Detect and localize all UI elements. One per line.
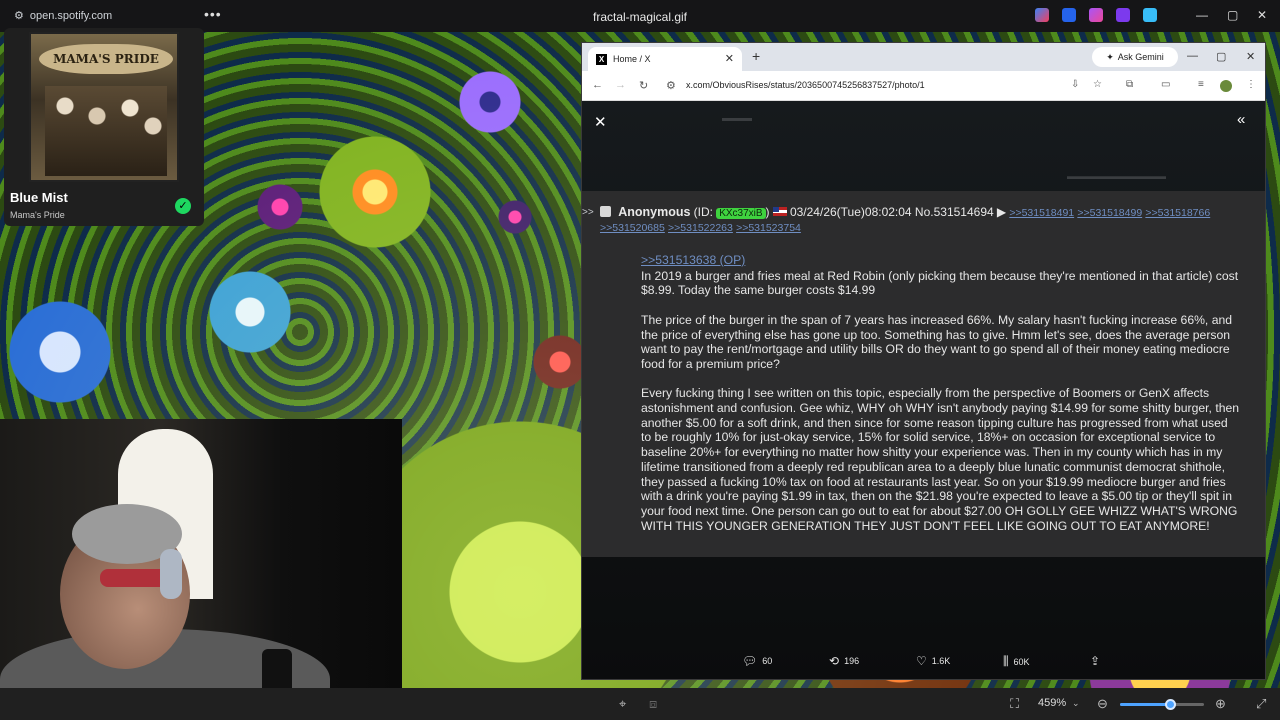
- poster-id-prefix: (ID:: [693, 205, 713, 219]
- bookmark-star-icon[interactable]: ☆: [1093, 79, 1102, 90]
- fit-screen-icon[interactable]: ⛶: [1010, 696, 1019, 712]
- back-icon[interactable]: ←: [592, 79, 603, 91]
- ask-gemini-label: Ask Gemini: [1117, 52, 1164, 62]
- post-paragraph: Every fucking thing I see written on thi…: [641, 386, 1240, 533]
- post-marker: >>: [582, 207, 594, 218]
- collapse-sidebar-icon[interactable]: «: [1237, 111, 1245, 128]
- album-cover-photo: [45, 86, 167, 176]
- op-quote-link: >>531513638 (OP): [641, 253, 746, 267]
- post-paragraph: The price of the burger in the span of 7…: [641, 312, 1233, 371]
- install-app-icon[interactable]: ⇩: [1071, 79, 1079, 90]
- saved-check-icon[interactable]: ✓: [175, 198, 191, 214]
- play-arrow-icon: ▶: [996, 205, 1007, 219]
- tab-title: Home / X: [613, 54, 651, 64]
- reply-link: >>531522263: [668, 222, 733, 234]
- reply-count: 60: [762, 656, 773, 666]
- site-info-icon[interactable]: ⚙: [666, 79, 676, 92]
- app-icon-video[interactable]: [1116, 8, 1130, 22]
- poster-name: Anonymous: [618, 205, 691, 219]
- app-icon-editor[interactable]: [1062, 8, 1076, 22]
- url-field[interactable]: x.com/ObviousRises/status/20365007452568…: [686, 80, 925, 90]
- reply-link: >>531518766: [1145, 207, 1211, 219]
- reply-link: >>531520685: [600, 222, 665, 234]
- app-icon-copilot[interactable]: [1035, 8, 1049, 22]
- album-cover-band-name: MAMA'S PRIDE: [39, 44, 173, 74]
- zoom-dropdown-chevron-icon[interactable]: ⌄: [1072, 698, 1080, 709]
- focus-icon[interactable]: ⌖: [619, 696, 626, 712]
- tab-home-x[interactable]: X Home / X ✕: [588, 47, 742, 71]
- reply-button[interactable]: 💬︎ 60: [742, 654, 772, 668]
- fullscreen-icon[interactable]: ⤢: [1256, 696, 1266, 712]
- zoom-out-icon[interactable]: ⊖: [1097, 696, 1108, 712]
- share-button[interactable]: ⇪: [1090, 654, 1100, 668]
- post-paragraph: In 2019 a burger and fries meal at Red R…: [641, 268, 1239, 298]
- tab-close-icon[interactable]: ✕: [725, 52, 734, 65]
- reply-link: >>531518499: [1077, 207, 1143, 219]
- minimize-button[interactable]: —: [1196, 8, 1208, 22]
- browser-close-button[interactable]: ✕: [1246, 50, 1255, 63]
- media-icon[interactable]: ▭: [1161, 79, 1170, 90]
- share-icon: ⇪: [1090, 654, 1101, 668]
- browser-menu-icon[interactable]: ⋮: [1246, 79, 1256, 90]
- title-bar-app-icons: [1035, 8, 1157, 22]
- post-datetime: 03/24/26(Tue)08:02:04 No.531514694: [789, 205, 994, 219]
- artist-name[interactable]: Mama's Pride: [10, 210, 65, 220]
- zoom-slider[interactable]: [1120, 699, 1204, 710]
- like-button[interactable]: ♡ 1.6K: [916, 654, 950, 668]
- forward-icon[interactable]: →: [615, 79, 626, 91]
- zoom-in-icon[interactable]: ⊕: [1215, 696, 1226, 712]
- album-cover: MAMA'S PRIDE: [29, 32, 179, 182]
- browser-minimize-button[interactable]: —: [1187, 50, 1198, 62]
- ask-gemini-button[interactable]: ✦ Ask Gemini: [1092, 47, 1178, 67]
- reply-link: >>531523754: [736, 222, 801, 234]
- image-viewer-toolbar: ⌖ ⧈ ⛶ 459% ⌄ ⊖ ⊕ ⤢: [0, 688, 1280, 720]
- reading-list-icon[interactable]: ≡: [1198, 79, 1204, 90]
- like-count: 1.6K: [931, 656, 951, 666]
- post-body: >>531513638 (OP) In 2019 a burger and fr…: [641, 253, 1241, 548]
- view-count: 60K: [1013, 656, 1030, 667]
- close-button[interactable]: ✕: [1257, 8, 1267, 22]
- post-checkbox: [600, 206, 611, 217]
- comment-icon: 💬︎: [742, 654, 758, 668]
- maximize-button[interactable]: ▢: [1227, 8, 1238, 22]
- zoom-level[interactable]: 459%: [1038, 697, 1066, 709]
- close-photo-icon[interactable]: ✕: [594, 113, 607, 131]
- browser-maximize-button[interactable]: ▢: [1216, 50, 1226, 63]
- poster-id-badge: KXc37xiB: [716, 208, 766, 219]
- webcam-feed: [0, 419, 402, 720]
- browser-window: X Home / X ✕ + ✦ Ask Gemini — ▢ ✕ ← → ↻ …: [581, 42, 1266, 680]
- heart-icon: ♡: [916, 654, 927, 668]
- reply-link: >>531518491: [1009, 207, 1075, 219]
- repost-count: 196: [844, 656, 860, 666]
- repost-button[interactable]: ⟲ 196: [829, 654, 859, 668]
- address-bar: ← → ↻ ⚙ x.com/ObviousRises/status/203650…: [582, 71, 1265, 101]
- crop-icon[interactable]: ⧈: [649, 696, 657, 712]
- zoom-slider-fill: [1120, 703, 1171, 706]
- profile-avatar[interactable]: [1220, 80, 1232, 92]
- spotify-mini-player: MAMA'S PRIDE Blue Mist Mama's Pride ✓: [4, 28, 204, 226]
- analytics-icon: ⫼: [1003, 654, 1009, 668]
- dimmed-tab-label: ▬▬▬: [722, 113, 752, 124]
- x-photo-viewer: ▬▬▬ ▬▬▬▬▬▬▬▬▬▬▬ ✕ « >> Anonymous (ID: KX…: [582, 101, 1265, 679]
- tweet-action-bar: 💬︎ 60 ⟲ 196 ♡ 1.6K ⫼ 60K ⇪: [582, 654, 1265, 674]
- screen: ⚙ open.spotify.com ••• fractal-magical.g…: [0, 0, 1280, 720]
- post-header: >> Anonymous (ID: KXc37xiB) 03/24/26(Tue…: [582, 205, 1260, 236]
- views-button[interactable]: ⫼ 60K: [1003, 654, 1030, 669]
- app-icon-cloud[interactable]: [1143, 8, 1157, 22]
- dimmed-trend-headline: ▬▬▬▬▬▬▬▬▬▬▬: [1067, 171, 1166, 181]
- song-title[interactable]: Blue Mist: [10, 190, 68, 205]
- us-flag-icon: [772, 207, 787, 216]
- 4chan-post-image: >> Anonymous (ID: KXc37xiB) 03/24/26(Tue…: [582, 191, 1265, 557]
- app-icon-clipchamp[interactable]: [1089, 8, 1103, 22]
- repost-icon: ⟲: [829, 654, 840, 668]
- zoom-slider-thumb[interactable]: [1165, 699, 1177, 710]
- reload-icon[interactable]: ↻: [639, 79, 648, 92]
- extensions-icon[interactable]: ⧉: [1126, 79, 1133, 90]
- tab-strip: X Home / X ✕ + ✦ Ask Gemini — ▢ ✕: [582, 43, 1265, 71]
- x-logo-icon: X: [596, 53, 607, 65]
- new-tab-button[interactable]: +: [752, 48, 760, 64]
- webcam-headphones: [160, 549, 182, 599]
- poster-id-suffix: ): [765, 205, 770, 219]
- gemini-sparkle-icon: ✦: [1106, 51, 1114, 62]
